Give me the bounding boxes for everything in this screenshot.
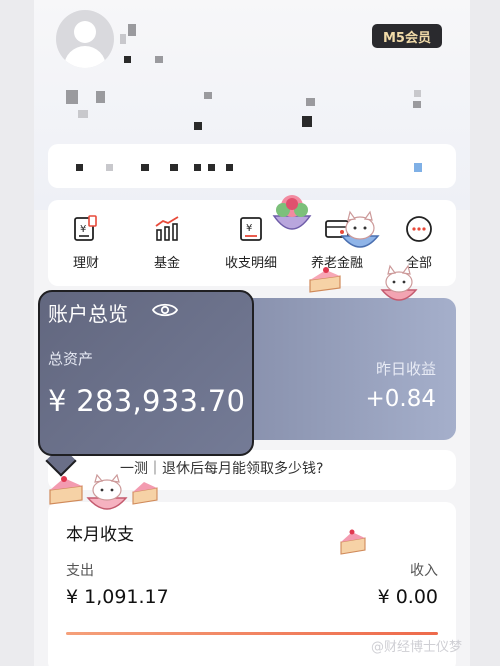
bill-detail-icon: ¥ xyxy=(234,212,268,246)
eye-icon[interactable] xyxy=(151,301,179,323)
yesterday-earnings-label: 昨日收益 xyxy=(375,360,436,378)
wealth-icon: ¥ xyxy=(69,212,103,246)
quick-item-label: 基金 xyxy=(153,256,180,271)
yesterday-earnings-value: +0.84 xyxy=(365,386,436,412)
svg-text:¥: ¥ xyxy=(246,223,252,234)
more-dots-icon xyxy=(402,212,436,246)
notice-bar[interactable] xyxy=(48,144,456,188)
quick-item-all[interactable]: 全部 xyxy=(386,212,452,271)
cake-sticker xyxy=(309,267,341,293)
promo-text: 一测｜退休后每月能领取多少钱? xyxy=(120,461,324,477)
cat-teacup-sticker xyxy=(380,264,418,301)
strawberry-cake-sticker xyxy=(340,529,366,555)
income-label: 收入 xyxy=(410,563,438,579)
quick-item-wealth[interactable]: ¥ 理财 xyxy=(53,212,119,271)
quick-item-label: 收支明细 xyxy=(224,256,277,271)
total-assets-label: 总资产 xyxy=(48,350,94,368)
svg-text:¥: ¥ xyxy=(80,224,86,235)
income-value: ¥ 0.00 xyxy=(377,586,438,608)
monthly-summary-title: 本月收支 xyxy=(66,525,134,545)
phone-screen: M5会员 ¥ 理财 基金 ¥ 收支明细 养老金融 全部 昨日收益 +0.84 一… xyxy=(34,0,470,666)
flower-cup-sticker xyxy=(272,195,312,230)
avatar-body-shape xyxy=(64,46,106,68)
expense-progress-bar xyxy=(66,632,438,635)
mini-cake-sticker xyxy=(132,482,158,505)
quick-item-fund[interactable]: 基金 xyxy=(134,212,200,271)
user-avatar[interactable] xyxy=(56,10,114,68)
expense-label: 支出 xyxy=(66,563,94,579)
cat-pink-cup-sticker xyxy=(86,474,128,510)
account-overview-title: 账户总览 xyxy=(48,302,128,326)
cat-cup-sticker xyxy=(340,210,380,248)
expense-value: ¥ 1,091.17 xyxy=(66,586,169,608)
total-assets-value: ¥ 283,933.70 xyxy=(48,384,246,418)
quick-item-label: 理财 xyxy=(72,256,99,271)
asset-speech-bubble: 账户总览 总资产 ¥ 283,933.70 xyxy=(38,290,254,456)
member-badge[interactable]: M5会员 xyxy=(372,24,442,48)
watermark-text: @财经博士仪梦 xyxy=(370,640,462,655)
cake-slice-sticker xyxy=(49,476,83,505)
avatar-head-shape xyxy=(74,21,96,43)
fund-chart-icon xyxy=(150,212,184,246)
